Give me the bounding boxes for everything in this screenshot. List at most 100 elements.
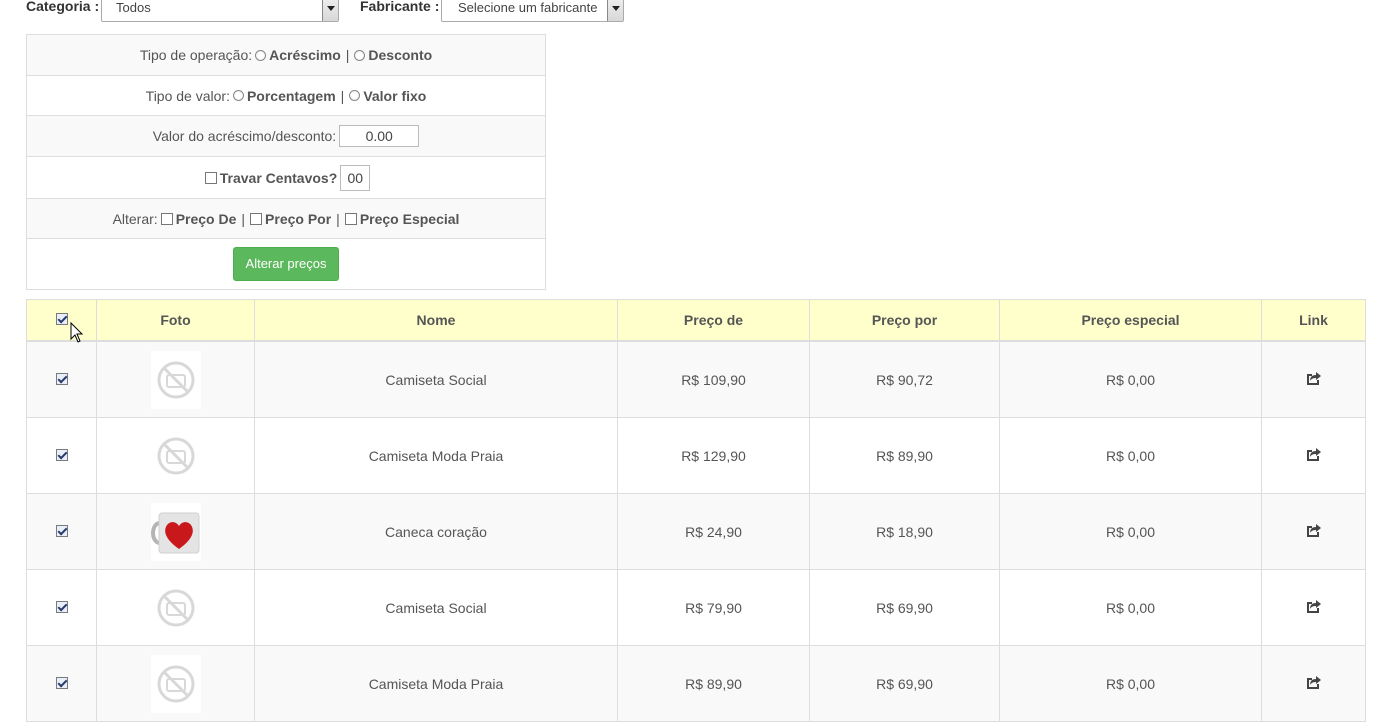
product-name: Caneca coração (254, 493, 618, 570)
select-all-header (26, 299, 97, 342)
no-photo-icon (150, 350, 201, 409)
value-type-label: Tipo de valor: (145, 87, 230, 104)
column-header-preco-por[interactable]: Preço por (809, 299, 1000, 342)
lock-cents-checkbox[interactable] (204, 171, 217, 184)
preco-de-value: R$ 89,90 (617, 645, 810, 722)
row-checkbox[interactable] (55, 600, 68, 613)
column-header-nome[interactable]: Nome (254, 299, 618, 342)
separator: | (336, 210, 340, 227)
alter-preco-especial-label[interactable]: Preço Especial (360, 211, 460, 227)
lock-cents-input[interactable]: 00 (340, 164, 371, 191)
mouse-cursor-icon (70, 321, 84, 347)
column-header-preco-especial[interactable]: Preço especial (999, 299, 1262, 342)
value-percentage-radio[interactable] (232, 90, 244, 101)
preco-especial-value: R$ 0,00 (999, 569, 1262, 646)
value-fixed-label[interactable]: Valor fixo (363, 88, 426, 104)
link-cell (1261, 645, 1366, 722)
operation-increase-label[interactable]: Acréscimo (269, 47, 341, 63)
separator: | (345, 47, 350, 63)
photo-cell (96, 645, 255, 722)
table-row: Camiseta Moda Praia R$ 129,90 R$ 89,90 R… (26, 417, 1366, 494)
lock-cents-row: Travar Centavos? 00 (27, 156, 545, 198)
amount-label: Valor do acréscimo/desconto: (152, 128, 337, 144)
manufacturer-select[interactable]: Selecione um fabricante (441, 0, 624, 22)
amount-input[interactable]: 0.00 (339, 125, 420, 147)
product-name: Camiseta Social (254, 569, 618, 646)
row-select-cell (26, 417, 97, 494)
chevron-down-icon[interactable] (322, 0, 338, 21)
row-checkbox[interactable] (55, 448, 68, 461)
no-photo-icon (150, 654, 201, 713)
price-adjust-panel: Tipo de operação: Acréscimo | Desconto T… (26, 34, 546, 290)
separator: | (340, 87, 345, 104)
chevron-down-icon[interactable] (607, 0, 623, 21)
preco-de-value: R$ 129,90 (617, 417, 810, 494)
row-select-cell (26, 645, 97, 722)
row-checkbox[interactable] (55, 372, 68, 385)
preco-especial-value: R$ 0,00 (999, 340, 1262, 418)
lock-cents-label[interactable]: Travar Centavos? (220, 170, 338, 186)
operation-decrease-radio[interactable] (354, 49, 366, 61)
photo-cell (96, 493, 255, 570)
submit-row: Alterar preços (27, 238, 545, 289)
preco-especial-value: R$ 0,00 (999, 493, 1262, 570)
no-photo-icon (150, 578, 201, 637)
photo-cell (96, 417, 255, 494)
preco-especial-value: R$ 0,00 (999, 417, 1262, 494)
alter-preco-especial-checkbox[interactable] (344, 212, 357, 225)
external-link-icon[interactable] (1306, 524, 1322, 541)
external-link-icon[interactable] (1306, 600, 1322, 617)
amount-row: Valor do acréscimo/desconto: 0.00 (27, 115, 545, 156)
column-header-foto[interactable]: Foto (96, 299, 255, 342)
operation-type-label: Tipo de operação: (139, 47, 253, 63)
alter-fields-row: Alterar: Preço De | Preço Por | Preço Es… (27, 198, 545, 238)
product-name: Camiseta Social (254, 340, 618, 418)
operation-type-row: Tipo de operação: Acréscimo | Desconto (27, 35, 545, 75)
preco-por-value: R$ 69,90 (809, 569, 1000, 646)
alter-preco-por-label[interactable]: Preço Por (265, 211, 331, 227)
value-type-row: Tipo de valor: Porcentagem | Valor fixo (27, 75, 545, 115)
operation-decrease-label[interactable]: Desconto (368, 47, 432, 63)
preco-por-value: R$ 90,72 (809, 340, 1000, 418)
external-link-icon[interactable] (1306, 372, 1322, 389)
preco-de-value: R$ 24,90 (617, 493, 810, 570)
table-row: Caneca coração R$ 24,90 R$ 18,90 R$ 0,00 (26, 493, 1366, 570)
link-cell (1261, 340, 1366, 418)
preco-de-value: R$ 79,90 (617, 569, 810, 646)
table-row: Camiseta Moda Praia R$ 89,90 R$ 69,90 R$… (26, 645, 1366, 722)
separator: | (241, 210, 246, 227)
link-cell (1261, 493, 1366, 570)
row-checkbox[interactable] (55, 524, 68, 537)
heart-mug-photo (150, 502, 201, 561)
operation-increase-radio[interactable] (255, 49, 267, 61)
row-checkbox[interactable] (55, 676, 68, 689)
value-fixed-radio[interactable] (349, 90, 361, 101)
row-select-cell (26, 493, 97, 570)
link-cell (1261, 417, 1366, 494)
value-percentage-label[interactable]: Porcentagem (247, 88, 336, 104)
table-header-row: Foto Nome Preço de Preço por Preço espec… (26, 299, 1366, 342)
table-row: Camiseta Social R$ 79,90 R$ 69,90 R$ 0,0… (26, 569, 1366, 646)
photo-cell (96, 340, 255, 418)
external-link-icon[interactable] (1306, 676, 1322, 693)
external-link-icon[interactable] (1306, 448, 1322, 465)
product-name: Camiseta Moda Praia (254, 645, 618, 722)
manufacturer-select-value: Selecione um fabricante (458, 0, 598, 15)
column-header-link[interactable]: Link (1261, 299, 1366, 342)
no-photo-icon (150, 426, 201, 485)
preco-por-value: R$ 69,90 (809, 645, 1000, 722)
alter-prices-button[interactable]: Alterar preços (232, 247, 340, 281)
row-select-cell (26, 340, 97, 418)
alter-preco-de-checkbox[interactable] (160, 212, 173, 225)
category-select[interactable]: Todos (101, 0, 339, 22)
preco-especial-value: R$ 0,00 (999, 645, 1262, 722)
manufacturer-label: Fabricante : (360, 0, 440, 14)
link-cell (1261, 569, 1366, 646)
alter-preco-por-checkbox[interactable] (250, 212, 263, 225)
table-row: Camiseta Social R$ 109,90 R$ 90,72 R$ 0,… (26, 340, 1366, 418)
alter-preco-de-label[interactable]: Preço De (176, 211, 237, 227)
photo-cell (96, 569, 255, 646)
preco-por-value: R$ 89,90 (809, 417, 1000, 494)
select-all-checkbox[interactable] (55, 313, 68, 325)
column-header-preco-de[interactable]: Preço de (617, 299, 810, 342)
